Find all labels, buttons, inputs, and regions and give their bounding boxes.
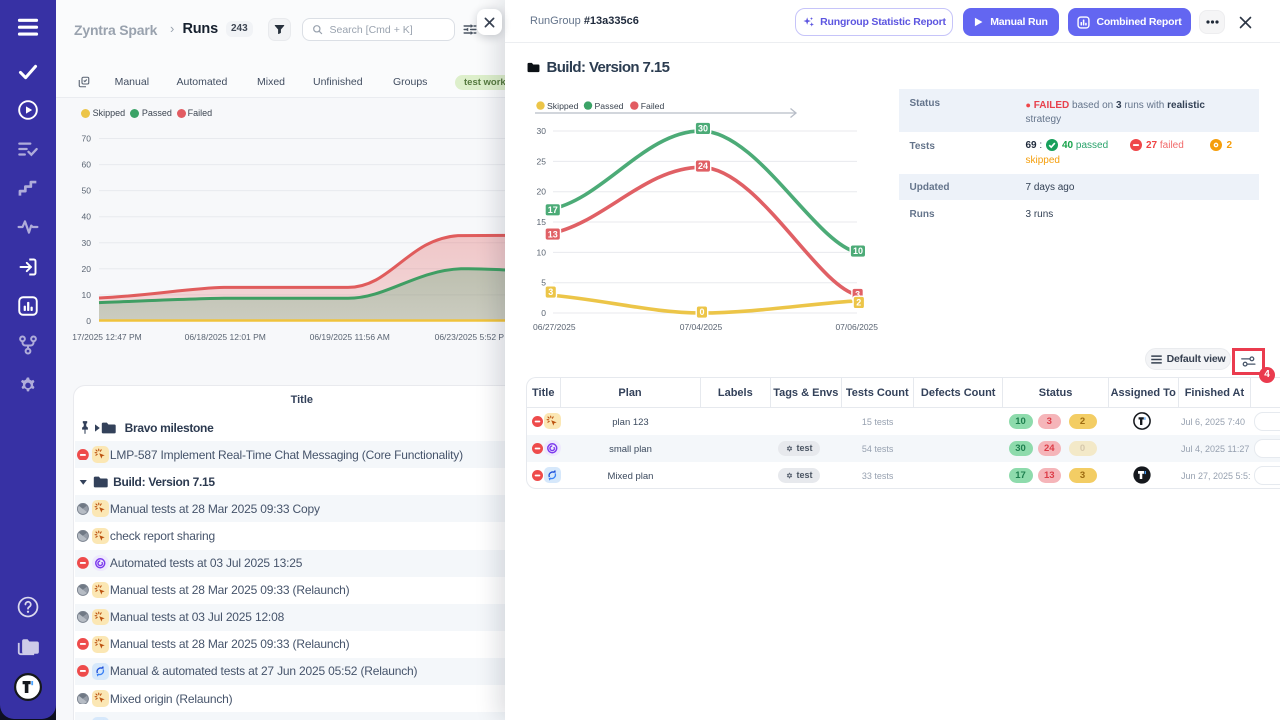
svg-text:10: 10 bbox=[853, 246, 863, 256]
svg-text:0: 0 bbox=[541, 308, 546, 318]
svg-text:20: 20 bbox=[82, 264, 92, 274]
svg-text:24: 24 bbox=[698, 161, 708, 171]
svg-text:20: 20 bbox=[537, 187, 547, 197]
svg-text:2: 2 bbox=[856, 298, 861, 308]
svg-text:13: 13 bbox=[548, 229, 558, 239]
svg-text:50: 50 bbox=[82, 186, 92, 196]
svg-text:07/04/2025: 07/04/2025 bbox=[680, 322, 723, 332]
svg-text:0: 0 bbox=[699, 307, 704, 317]
svg-text:40: 40 bbox=[82, 212, 92, 222]
svg-text:0: 0 bbox=[86, 316, 91, 326]
svg-text:30: 30 bbox=[537, 126, 547, 136]
svg-text:Skipped: Skipped bbox=[547, 101, 579, 111]
svg-text:07/06/2025: 07/06/2025 bbox=[835, 322, 878, 332]
svg-text:70: 70 bbox=[82, 134, 92, 144]
svg-text:30: 30 bbox=[698, 124, 708, 134]
svg-text:25: 25 bbox=[537, 156, 547, 166]
svg-text:Failed: Failed bbox=[641, 101, 665, 111]
svg-text:17: 17 bbox=[548, 205, 558, 215]
svg-text:10: 10 bbox=[82, 290, 92, 300]
svg-text:3: 3 bbox=[548, 287, 553, 297]
svg-text:60: 60 bbox=[82, 160, 92, 170]
svg-text:30: 30 bbox=[82, 238, 92, 248]
svg-text:Passed: Passed bbox=[595, 101, 624, 111]
svg-text:10: 10 bbox=[537, 247, 547, 257]
svg-text:06/27/2025: 06/27/2025 bbox=[533, 322, 576, 332]
svg-text:15: 15 bbox=[537, 217, 547, 227]
